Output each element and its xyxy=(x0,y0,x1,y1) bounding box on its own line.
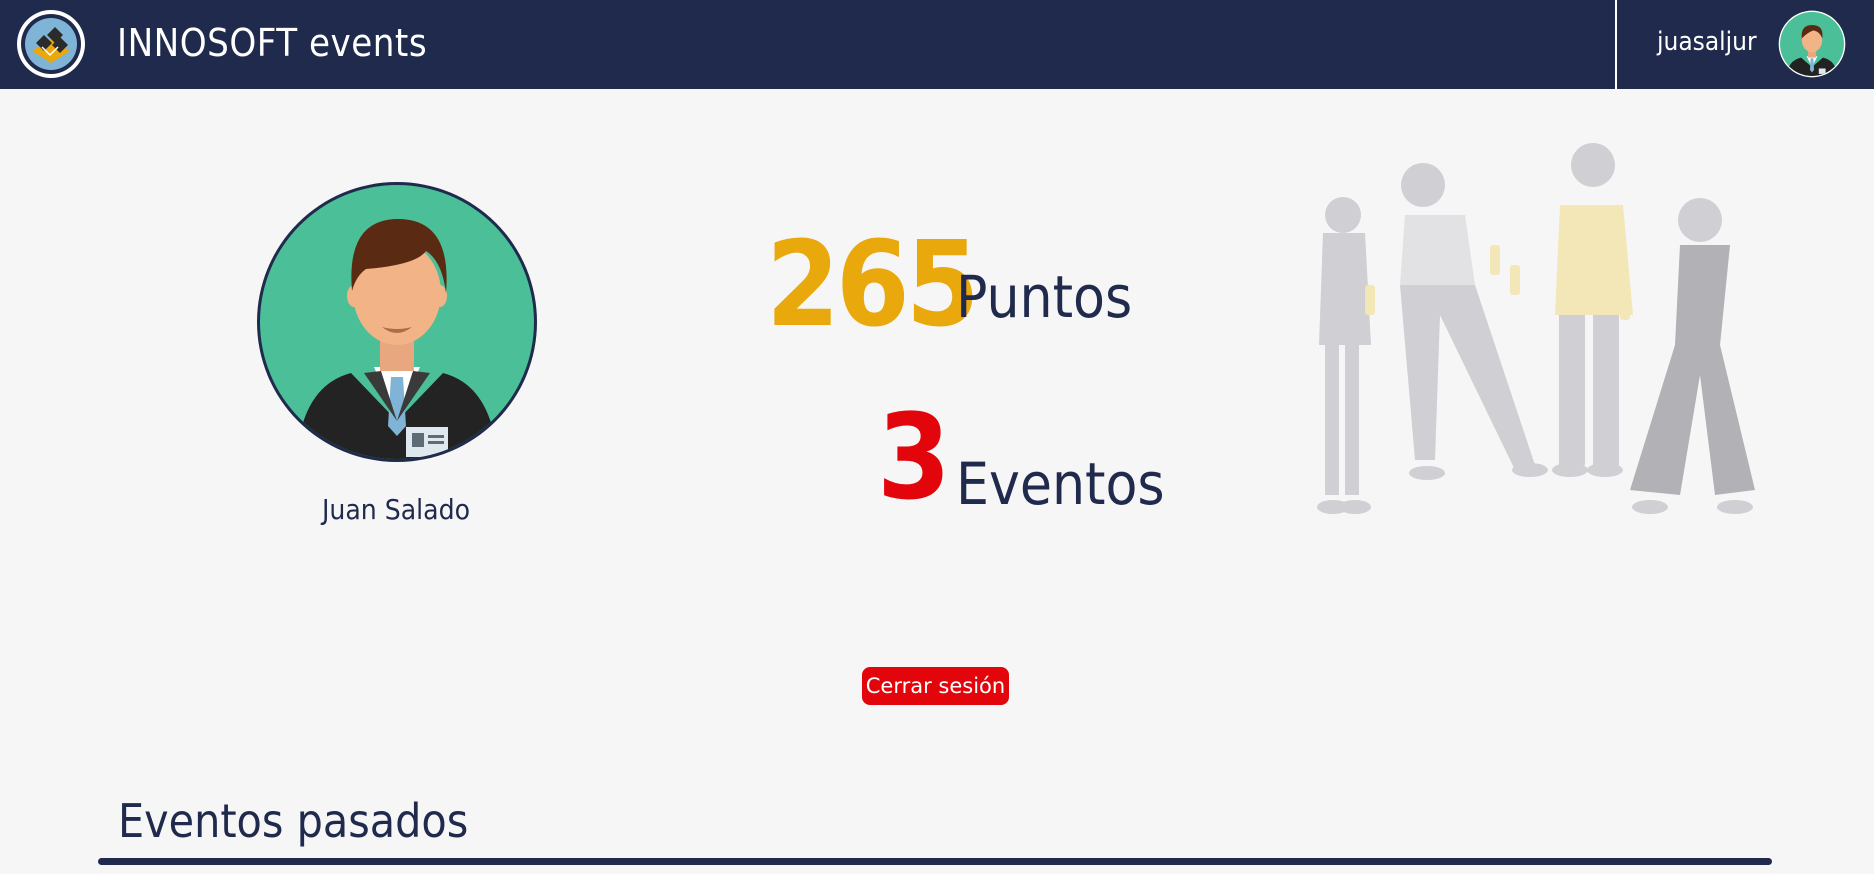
section-divider xyxy=(98,858,1772,865)
logout-button[interactable]: Cerrar sesión xyxy=(862,667,1009,705)
events-count-value: 3 xyxy=(877,388,951,526)
logo-icon[interactable] xyxy=(17,10,85,78)
app-brand[interactable]: INNOSOFT events xyxy=(117,24,427,62)
navbar-divider xyxy=(1615,0,1617,89)
user-avatar-icon[interactable] xyxy=(1778,10,1846,78)
points-label: Puntos xyxy=(956,263,1133,331)
events-count-label: Eventos xyxy=(956,450,1165,518)
nav-username[interactable]: juasaljur xyxy=(1657,29,1757,55)
profile-avatar-image xyxy=(256,181,538,463)
past-events-heading: Eventos pasados xyxy=(118,794,469,848)
top-navbar: INNOSOFT events juasaljur xyxy=(0,0,1874,89)
profile-name: Juan Salado xyxy=(321,493,471,526)
points-value: 265 xyxy=(766,215,980,353)
party-people-illustration xyxy=(1275,115,1775,525)
